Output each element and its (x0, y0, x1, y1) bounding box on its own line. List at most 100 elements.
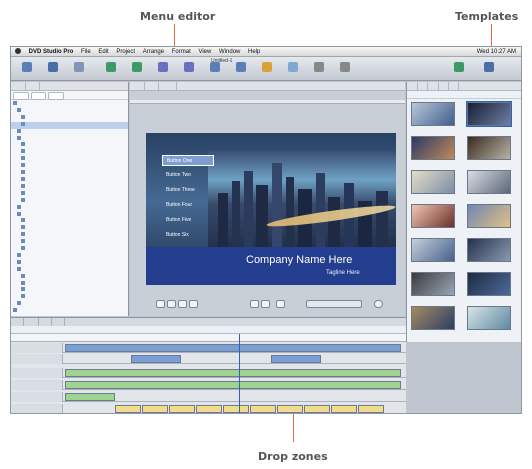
view-button-2[interactable] (261, 300, 270, 308)
template-thumb[interactable] (411, 102, 455, 132)
palette-tab-4[interactable] (439, 82, 449, 91)
track-header[interactable] (11, 380, 63, 390)
tree-row[interactable] (11, 252, 128, 260)
menu-canvas[interactable]: Button One Button Two Button Three Butto… (146, 133, 396, 285)
track-header[interactable] (11, 404, 63, 413)
template-thumb[interactable] (411, 204, 455, 234)
tree-row[interactable] (11, 170, 128, 177)
outline-button-2[interactable] (30, 92, 47, 100)
menu-button-6[interactable]: Button Six (162, 230, 214, 241)
tree-row[interactable] (11, 301, 128, 308)
drop-zone-clip[interactable] (304, 405, 330, 413)
drop-zone-clip[interactable] (277, 405, 303, 413)
align-center-button[interactable] (167, 300, 176, 308)
menu-button-4[interactable]: Button Four (162, 200, 214, 211)
menu-project[interactable]: Project (113, 47, 138, 57)
drop-zone-clip[interactable] (223, 405, 249, 413)
template-thumb[interactable] (466, 101, 512, 132)
menu-format[interactable]: Format (169, 47, 194, 57)
tree-row[interactable] (11, 135, 128, 143)
tree-row[interactable] (11, 107, 128, 115)
audio-clip[interactable] (65, 369, 401, 377)
distribute-button[interactable] (189, 300, 198, 308)
view-button-3[interactable] (276, 300, 285, 308)
toolbar-tool-8[interactable] (203, 62, 227, 80)
tree-row[interactable] (11, 176, 128, 184)
toolbar-tool-9[interactable] (229, 62, 253, 80)
tab-script[interactable] (52, 318, 65, 326)
track-header[interactable] (11, 368, 63, 378)
drop-zone-clip[interactable] (358, 405, 384, 413)
toolbar-tool-10[interactable] (255, 62, 279, 80)
video-clip[interactable] (65, 344, 401, 352)
align-right-button[interactable] (178, 300, 187, 308)
tree-row[interactable] (11, 218, 128, 225)
tree-row[interactable] (11, 273, 128, 281)
palette-tab-3[interactable] (428, 82, 439, 91)
tree-row[interactable] (11, 259, 128, 267)
tree-row[interactable] (11, 197, 128, 205)
tree-row[interactable] (11, 204, 128, 212)
template-thumb[interactable] (467, 272, 511, 302)
view-button-1[interactable] (250, 300, 259, 308)
menu-edit[interactable]: Edit (95, 47, 111, 57)
drop-zone-clip[interactable] (142, 405, 168, 413)
menu-view[interactable]: View (195, 47, 214, 57)
tree-row[interactable] (11, 294, 128, 301)
toolbar-tool-7[interactable] (177, 62, 201, 80)
tree-row[interactable] (11, 266, 128, 274)
tree-row[interactable] (11, 128, 128, 136)
menu-help[interactable]: Help (245, 47, 263, 57)
apple-icon[interactable] (15, 48, 21, 54)
track-header[interactable] (11, 354, 63, 364)
template-thumb[interactable] (411, 136, 455, 166)
menu-button-5[interactable]: Button Five (162, 215, 214, 226)
tab-story-tl[interactable] (39, 318, 53, 326)
template-thumb[interactable] (411, 238, 455, 268)
tree-row[interactable] (11, 163, 128, 170)
drop-zone-clip[interactable] (196, 405, 222, 413)
toolbar-tool-6[interactable] (151, 62, 175, 80)
tree-row[interactable] (11, 211, 128, 219)
template-thumb[interactable] (411, 170, 455, 200)
toolbar-tool-3[interactable] (67, 62, 91, 80)
tree-row[interactable] (11, 149, 128, 156)
tab-track[interactable] (11, 318, 24, 326)
template-thumb[interactable] (467, 204, 511, 234)
template-thumb[interactable] (467, 306, 511, 336)
tab-story[interactable] (26, 82, 41, 91)
menu-arrange[interactable]: Arrange (140, 47, 167, 57)
menu-window[interactable]: Window (216, 47, 243, 57)
align-left-button[interactable] (156, 300, 165, 308)
palette-tab-2[interactable] (418, 82, 429, 91)
tree-row[interactable] (11, 232, 128, 239)
company-name-text[interactable]: Company Name Here (246, 254, 352, 266)
template-thumb[interactable] (467, 238, 511, 268)
tab-slideshow[interactable] (24, 318, 40, 326)
tree-row[interactable] (11, 121, 128, 129)
drop-zone-clip[interactable] (250, 405, 276, 413)
track-header[interactable] (11, 392, 63, 402)
tree-row[interactable] (11, 190, 128, 198)
tree-row[interactable] (11, 239, 128, 246)
menu-button-3[interactable]: Button Three (162, 185, 214, 196)
toolbar-tool-11[interactable] (281, 62, 305, 80)
tree-row[interactable] (11, 225, 128, 232)
toolbar-tool-4[interactable] (99, 62, 123, 80)
tab-connections[interactable] (159, 82, 178, 91)
tree-row[interactable] (11, 287, 128, 294)
menu-button-2[interactable]: Button Two (162, 170, 214, 181)
toolbar-tool-12[interactable] (307, 62, 331, 80)
toolbar-tool-2[interactable] (41, 62, 65, 80)
drop-zone-clip[interactable] (331, 405, 357, 413)
track-header[interactable] (11, 343, 63, 353)
template-thumb[interactable] (411, 272, 455, 302)
menu-button-1[interactable]: Button One (162, 155, 214, 166)
template-thumb[interactable] (467, 136, 511, 166)
template-thumb[interactable] (411, 306, 455, 336)
outline-button-3[interactable] (48, 92, 64, 100)
outline-button-1[interactable] (13, 92, 29, 100)
toolbar-tool-14[interactable] (447, 62, 471, 80)
audio-clip[interactable] (65, 381, 401, 389)
playhead[interactable] (239, 334, 240, 413)
